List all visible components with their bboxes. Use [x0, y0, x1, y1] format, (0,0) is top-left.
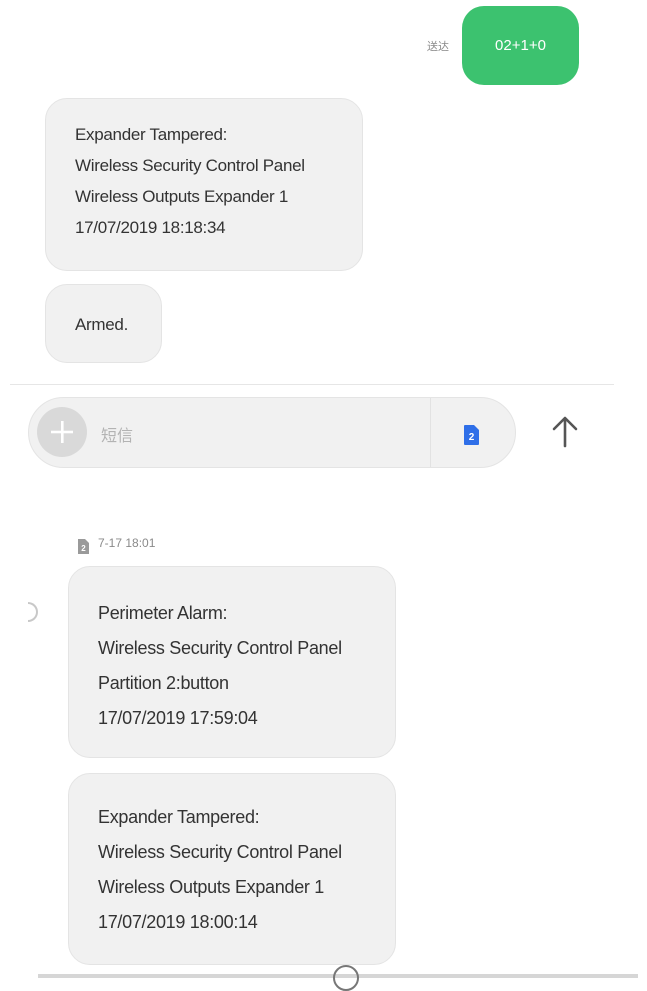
message-line: Armed. — [75, 315, 128, 334]
sim-card-icon: 2 — [76, 538, 90, 555]
message-line: Expander Tampered: — [98, 807, 260, 827]
plus-icon[interactable] — [37, 407, 87, 457]
message-line: 17/07/2019 18:18:34 — [75, 218, 226, 237]
sim-card-number: 2 — [81, 544, 86, 553]
received-message-bubble[interactable]: Expander Tampered: Wireless Security Con… — [45, 98, 363, 271]
message-line: Expander Tampered: — [75, 125, 228, 144]
message-line: Perimeter Alarm: — [98, 603, 228, 623]
sent-message-text: 02+1+0 — [495, 37, 546, 54]
arrow-up-icon[interactable] — [548, 414, 582, 450]
message-line: Wireless Security Control Panel — [98, 842, 342, 862]
message-line: 17/07/2019 17:59:04 — [98, 708, 258, 728]
sim-card-number: 2 — [469, 432, 475, 443]
home-button[interactable] — [333, 965, 359, 991]
selection-indicator[interactable] — [28, 602, 38, 622]
message-line: Wireless Security Control Panel — [98, 638, 342, 658]
input-separator — [430, 398, 431, 467]
message-line: 17/07/2019 18:00:14 — [98, 912, 258, 932]
plus-icon-glyph — [51, 421, 73, 443]
sent-message-bubble[interactable]: 02+1+0 — [462, 6, 579, 85]
message-line: Wireless Outputs Expander 1 — [75, 187, 288, 206]
sim-card-icon[interactable]: 2 — [461, 424, 481, 446]
received-message-bubble[interactable]: Perimeter Alarm: Wireless Security Contr… — [68, 566, 396, 758]
message-timestamp: 7-17 18:01 — [98, 536, 156, 550]
message-line: Partition 2:button — [98, 673, 229, 693]
received-message-bubble[interactable]: Expander Tampered: Wireless Security Con… — [68, 773, 396, 965]
message-line: Wireless Security Control Panel — [75, 156, 305, 175]
sms-input[interactable] — [101, 421, 401, 449]
delivery-status: 送达 — [427, 41, 449, 53]
received-message-bubble[interactable]: Armed. — [45, 284, 162, 363]
composer-divider — [10, 384, 614, 385]
message-line: Wireless Outputs Expander 1 — [98, 877, 325, 897]
